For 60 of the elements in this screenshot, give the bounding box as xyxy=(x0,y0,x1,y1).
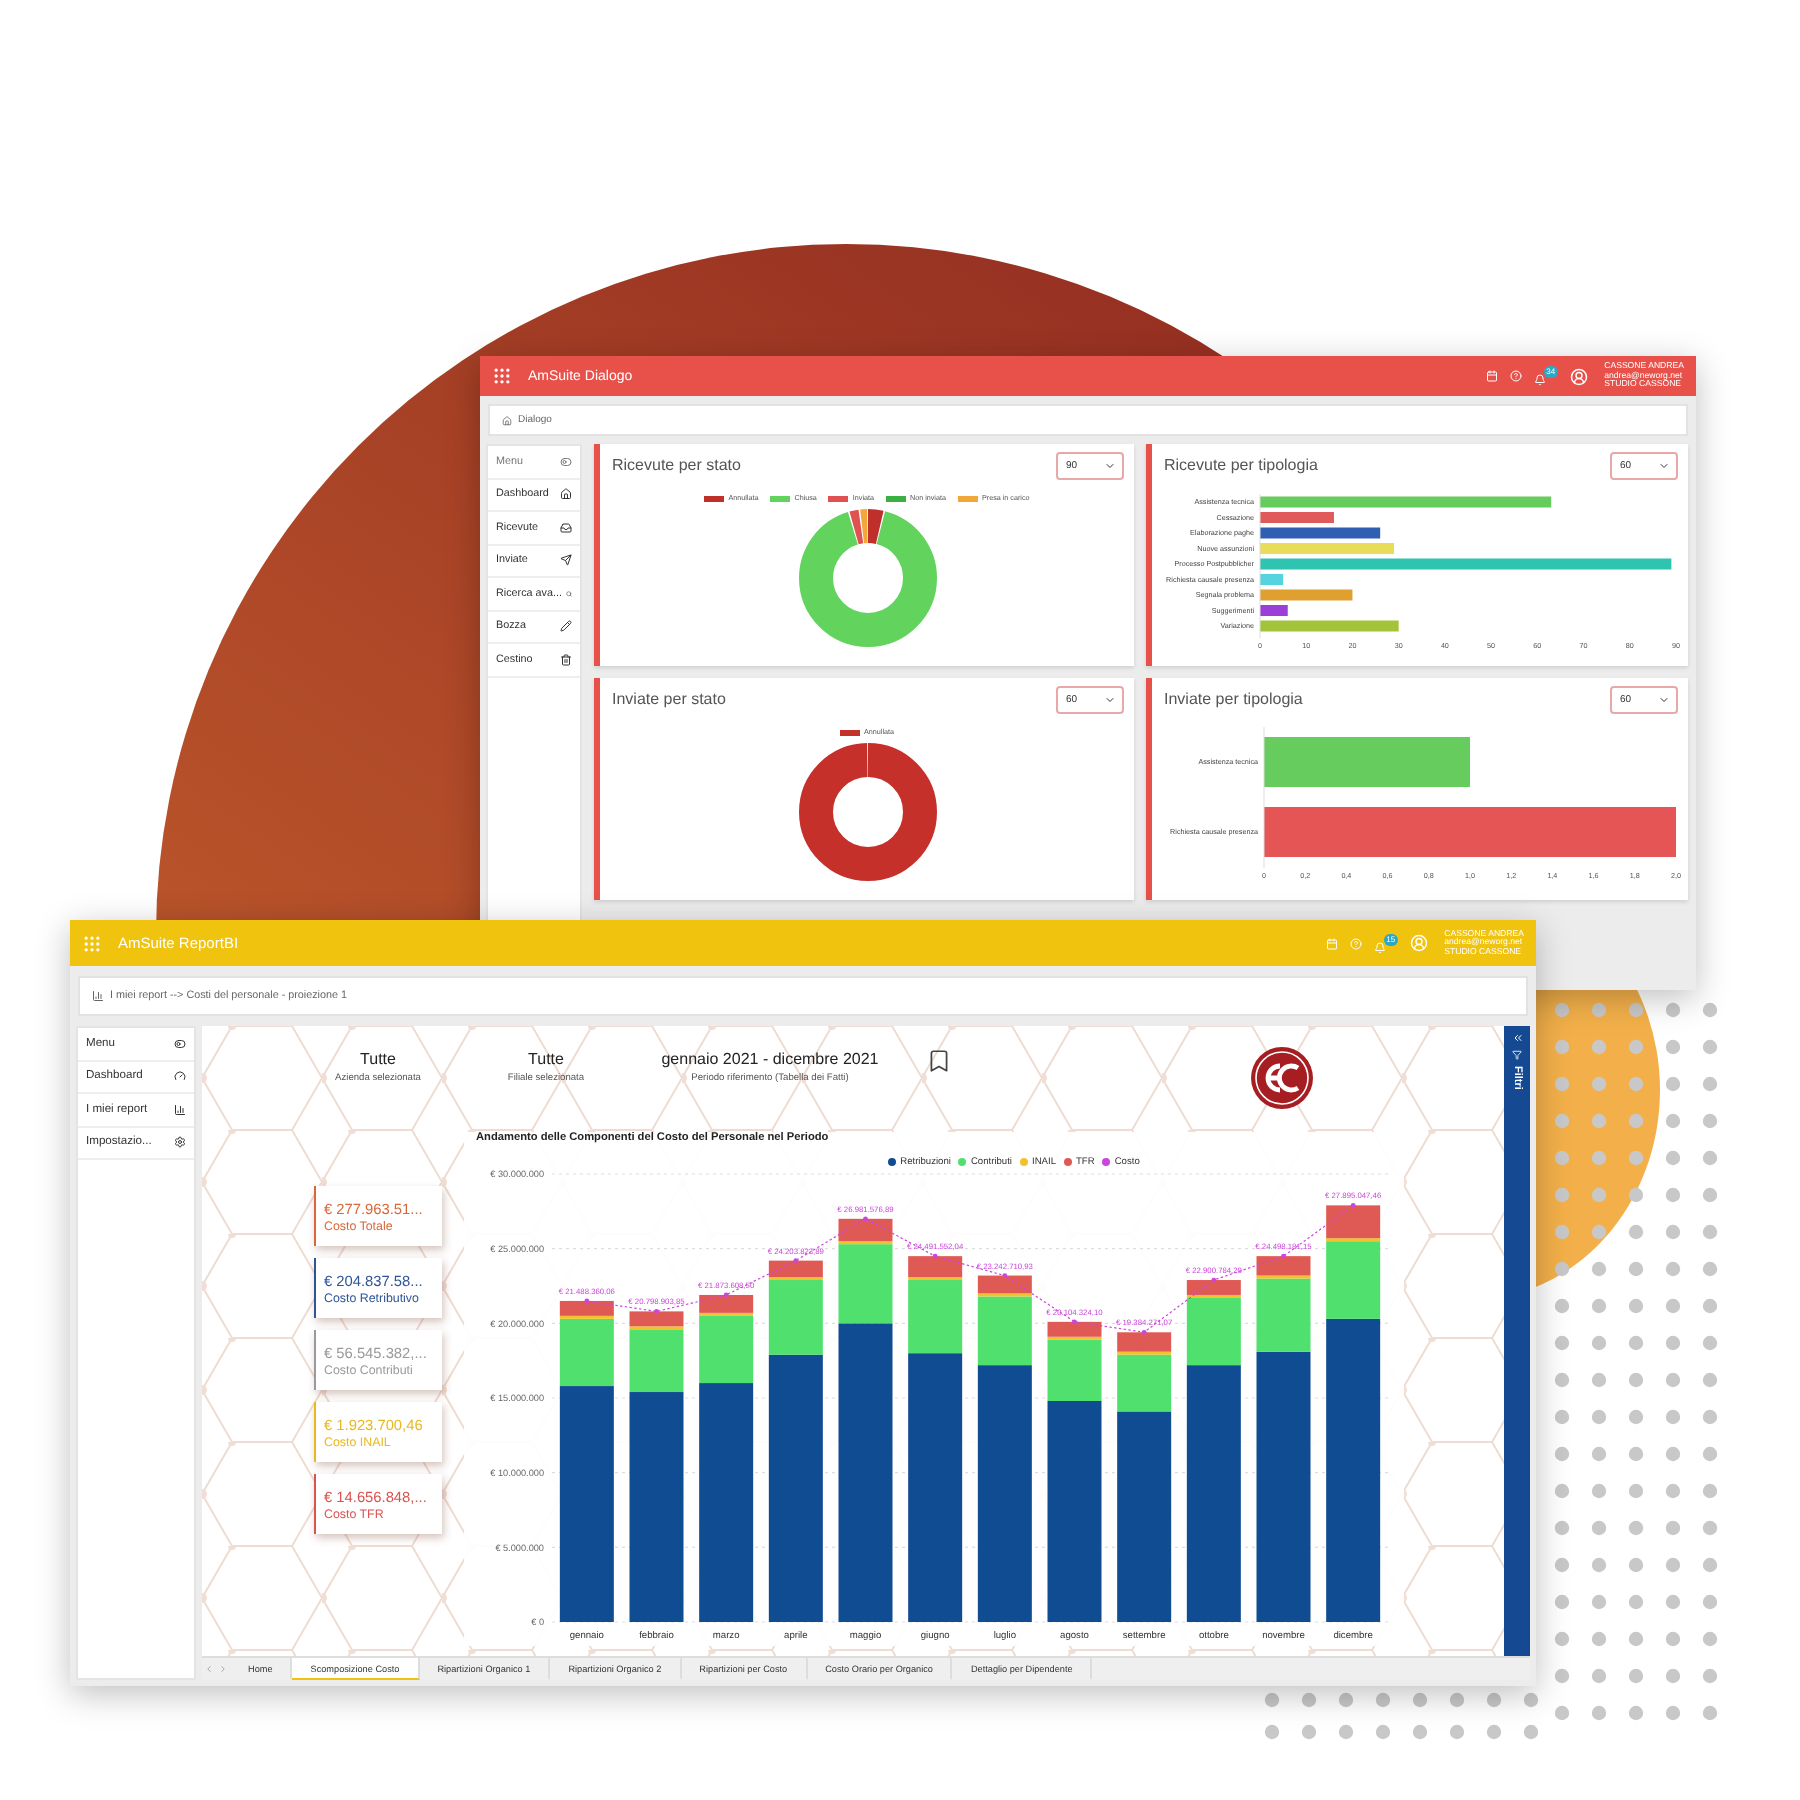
card-title: Inviate per stato xyxy=(612,690,726,708)
data-point xyxy=(863,1216,868,1222)
card-title: Ricevute per stato xyxy=(612,456,741,474)
inbox-icon xyxy=(560,521,572,534)
chart-bar xyxy=(1260,527,1381,539)
donut-chart-drawing xyxy=(798,743,936,881)
data-point xyxy=(1141,1329,1147,1335)
chevron-left-icon[interactable] xyxy=(204,1664,214,1674)
settings-icon xyxy=(174,1136,186,1149)
data-point xyxy=(793,1258,799,1263)
data-point xyxy=(654,1309,659,1314)
chevron-down-icon xyxy=(1658,693,1670,705)
send-icon xyxy=(560,554,572,567)
chart-bar xyxy=(1260,589,1353,601)
chevron-down-icon xyxy=(1658,459,1670,471)
apps-grid-icon[interactable] xyxy=(82,933,102,953)
search-icon xyxy=(565,587,572,600)
chart-bar xyxy=(1260,574,1284,585)
toggle-icon xyxy=(174,1037,186,1050)
chart-bar xyxy=(1260,543,1395,554)
filter-icon xyxy=(1512,1050,1522,1060)
chevron-down-icon xyxy=(1104,693,1116,705)
pencil-icon xyxy=(560,620,572,633)
data-point xyxy=(1350,1202,1356,1208)
data-point xyxy=(1281,1253,1286,1259)
donut-chart-drawing xyxy=(798,509,936,647)
user-avatar-icon[interactable] xyxy=(1570,367,1589,385)
chevron-right-icon[interactable] xyxy=(218,1664,228,1674)
user-avatar-icon[interactable] xyxy=(1410,934,1429,952)
apps-grid-icon[interactable] xyxy=(492,366,512,386)
bookmark-icon[interactable] xyxy=(926,1048,952,1074)
logo-icon xyxy=(1250,1046,1314,1110)
data-point xyxy=(932,1253,938,1259)
bar-chart-icon xyxy=(92,990,104,1002)
data-point xyxy=(1072,1319,1077,1325)
chart-bar xyxy=(1260,620,1399,632)
data-point xyxy=(1211,1277,1217,1283)
data-point xyxy=(1002,1273,1008,1278)
help-icon[interactable] xyxy=(1350,937,1363,949)
chart-bar xyxy=(1260,512,1334,523)
calendar-icon[interactable] xyxy=(1326,937,1339,949)
gauge-icon xyxy=(174,1070,186,1083)
bell-icon xyxy=(1374,941,1387,953)
chart-bar xyxy=(1260,605,1288,616)
trash-icon xyxy=(560,653,572,666)
filter-value: gennaio 2021 - dicembre 2021 xyxy=(661,1050,879,1068)
house-icon xyxy=(560,488,572,501)
help-icon[interactable] xyxy=(1510,370,1523,382)
calendar-icon[interactable] xyxy=(1486,370,1499,382)
bar-chart-icon xyxy=(174,1103,186,1116)
filter-value: Tutte xyxy=(360,1050,396,1068)
data-point xyxy=(584,1298,590,1304)
home-icon xyxy=(502,415,512,425)
card-title: Inviate per tipologia xyxy=(1164,690,1303,708)
chevron-down-icon xyxy=(1104,459,1116,471)
card-title: Ricevute per tipologia xyxy=(1164,456,1318,474)
toggle-icon xyxy=(560,455,572,468)
bell-icon xyxy=(1534,374,1547,386)
data-point xyxy=(723,1292,729,1298)
filter-value: Tutte xyxy=(528,1050,564,1068)
